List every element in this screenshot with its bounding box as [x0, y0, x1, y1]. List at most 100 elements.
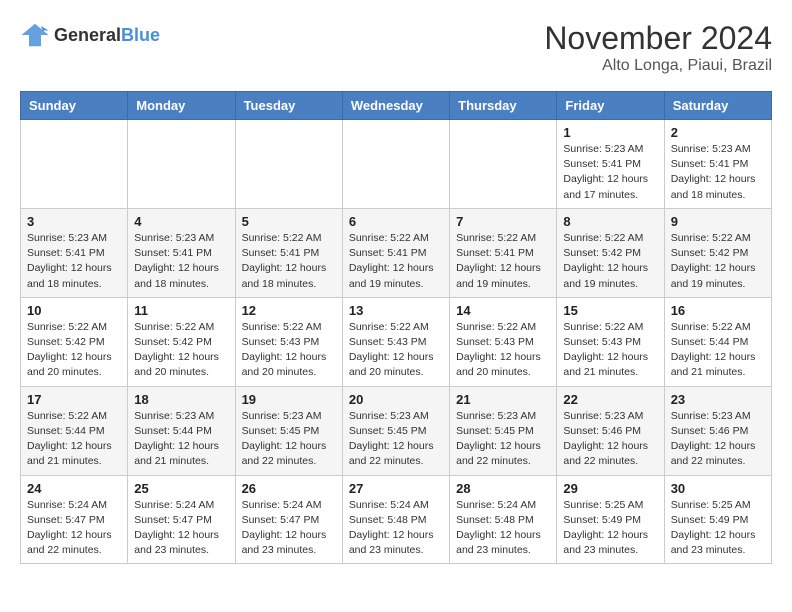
calendar-cell: 30 Sunrise: 5:25 AMSunset: 5:49 PMDayligh… [664, 475, 771, 564]
calendar-week-5: 24 Sunrise: 5:24 AMSunset: 5:47 PMDayligh… [21, 475, 772, 564]
calendar-cell: 3 Sunrise: 5:23 AMSunset: 5:41 PMDaylight… [21, 208, 128, 297]
calendar-week-1: 1 Sunrise: 5:23 AMSunset: 5:41 PMDaylight… [21, 120, 772, 209]
day-info: Sunrise: 5:23 AMSunset: 5:41 PMDaylight:… [27, 231, 121, 292]
day-number: 6 [349, 214, 443, 229]
logo-icon [20, 20, 50, 50]
calendar-cell: 18 Sunrise: 5:23 AMSunset: 5:44 PMDayligh… [128, 386, 235, 475]
calendar-cell: 22 Sunrise: 5:23 AMSunset: 5:46 PMDayligh… [557, 386, 664, 475]
day-info: Sunrise: 5:23 AMSunset: 5:45 PMDaylight:… [349, 409, 443, 470]
day-number: 19 [242, 392, 336, 407]
day-number: 28 [456, 481, 550, 496]
calendar-cell: 15 Sunrise: 5:22 AMSunset: 5:43 PMDayligh… [557, 297, 664, 386]
day-info: Sunrise: 5:22 AMSunset: 5:43 PMDaylight:… [456, 320, 550, 381]
weekday-header-friday: Friday [557, 92, 664, 120]
calendar-week-2: 3 Sunrise: 5:23 AMSunset: 5:41 PMDaylight… [21, 208, 772, 297]
day-number: 26 [242, 481, 336, 496]
day-info: Sunrise: 5:23 AMSunset: 5:45 PMDaylight:… [456, 409, 550, 470]
logo: GeneralBlue [20, 20, 160, 50]
calendar-cell: 6 Sunrise: 5:22 AMSunset: 5:41 PMDaylight… [342, 208, 449, 297]
day-number: 9 [671, 214, 765, 229]
day-number: 5 [242, 214, 336, 229]
day-info: Sunrise: 5:24 AMSunset: 5:48 PMDaylight:… [349, 498, 443, 559]
weekday-header-saturday: Saturday [664, 92, 771, 120]
calendar-cell [21, 120, 128, 209]
calendar-table: SundayMondayTuesdayWednesdayThursdayFrid… [20, 91, 772, 564]
day-info: Sunrise: 5:22 AMSunset: 5:43 PMDaylight:… [563, 320, 657, 381]
calendar-cell: 25 Sunrise: 5:24 AMSunset: 5:47 PMDayligh… [128, 475, 235, 564]
calendar-cell: 11Sunrise: 5:22 AMSunset: 5:42 PMDayligh… [128, 297, 235, 386]
calendar-cell: 13 Sunrise: 5:22 AMSunset: 5:43 PMDayligh… [342, 297, 449, 386]
day-number: 25 [134, 481, 228, 496]
calendar-cell: 19 Sunrise: 5:23 AMSunset: 5:45 PMDayligh… [235, 386, 342, 475]
day-info: Sunrise: 5:22 AMSunset: 5:44 PMDaylight:… [27, 409, 121, 470]
day-info: Sunrise: 5:23 AMSunset: 5:46 PMDaylight:… [563, 409, 657, 470]
day-number: 23 [671, 392, 765, 407]
day-info: Sunrise: 5:22 AMSunset: 5:42 PMDaylight:… [671, 231, 765, 292]
day-info: Sunrise: 5:22 AMSunset: 5:43 PMDaylight:… [349, 320, 443, 381]
calendar-cell [450, 120, 557, 209]
calendar-cell: 29Sunrise: 5:25 AMSunset: 5:49 PMDayligh… [557, 475, 664, 564]
calendar-cell: 1Sunrise: 5:23 AMSunset: 5:41 PMDaylight… [557, 120, 664, 209]
day-number: 17 [27, 392, 121, 407]
calendar-cell: 20 Sunrise: 5:23 AMSunset: 5:45 PMDayligh… [342, 386, 449, 475]
weekday-header-row: SundayMondayTuesdayWednesdayThursdayFrid… [21, 92, 772, 120]
month-title: November 2024 [544, 20, 772, 57]
calendar-cell: 12 Sunrise: 5:22 AMSunset: 5:43 PMDayligh… [235, 297, 342, 386]
calendar-cell: 26 Sunrise: 5:24 AMSunset: 5:47 PMDayligh… [235, 475, 342, 564]
day-number: 20 [349, 392, 443, 407]
weekday-header-wednesday: Wednesday [342, 92, 449, 120]
calendar-cell: 8 Sunrise: 5:22 AMSunset: 5:42 PMDaylight… [557, 208, 664, 297]
calendar-cell: 23 Sunrise: 5:23 AMSunset: 5:46 PMDayligh… [664, 386, 771, 475]
calendar-cell [342, 120, 449, 209]
day-info: Sunrise: 5:23 AMSunset: 5:41 PMDaylight:… [671, 142, 765, 203]
day-number: 30 [671, 481, 765, 496]
day-number: 13 [349, 303, 443, 318]
weekday-header-sunday: Sunday [21, 92, 128, 120]
logo-text: GeneralBlue [54, 25, 160, 46]
day-number: 29 [563, 481, 657, 496]
calendar-cell [235, 120, 342, 209]
calendar-cell: 9 Sunrise: 5:22 AMSunset: 5:42 PMDaylight… [664, 208, 771, 297]
day-info: Sunrise: 5:22 AMSunset: 5:42 PMDaylight:… [27, 320, 121, 381]
calendar-cell: 2 Sunrise: 5:23 AMSunset: 5:41 PMDaylight… [664, 120, 771, 209]
calendar-week-4: 17 Sunrise: 5:22 AMSunset: 5:44 PMDayligh… [21, 386, 772, 475]
day-info: Sunrise: 5:24 AMSunset: 5:47 PMDaylight:… [134, 498, 228, 559]
day-info: Sunrise: 5:22 AMSunset: 5:43 PMDaylight:… [242, 320, 336, 381]
day-number: 11 [134, 303, 228, 318]
weekday-header-thursday: Thursday [450, 92, 557, 120]
day-number: 15 [563, 303, 657, 318]
day-info: Sunrise: 5:23 AMSunset: 5:45 PMDaylight:… [242, 409, 336, 470]
day-number: 27 [349, 481, 443, 496]
day-number: 10 [27, 303, 121, 318]
day-number: 24 [27, 481, 121, 496]
day-info: Sunrise: 5:22 AMSunset: 5:42 PMDaylight:… [563, 231, 657, 292]
day-info: Sunrise: 5:23 AMSunset: 5:46 PMDaylight:… [671, 409, 765, 470]
calendar-week-3: 10 Sunrise: 5:22 AMSunset: 5:42 PMDayligh… [21, 297, 772, 386]
day-number: 21 [456, 392, 550, 407]
calendar-cell: 17 Sunrise: 5:22 AMSunset: 5:44 PMDayligh… [21, 386, 128, 475]
day-number: 22 [563, 392, 657, 407]
location: Alto Longa, Piaui, Brazil [544, 57, 772, 75]
day-info: Sunrise: 5:24 AMSunset: 5:47 PMDaylight:… [27, 498, 121, 559]
calendar-cell: 5Sunrise: 5:22 AMSunset: 5:41 PMDaylight… [235, 208, 342, 297]
calendar-cell: 21 Sunrise: 5:23 AMSunset: 5:45 PMDayligh… [450, 386, 557, 475]
calendar-cell: 14 Sunrise: 5:22 AMSunset: 5:43 PMDayligh… [450, 297, 557, 386]
day-number: 16 [671, 303, 765, 318]
day-number: 4 [134, 214, 228, 229]
calendar-cell: 24 Sunrise: 5:24 AMSunset: 5:47 PMDayligh… [21, 475, 128, 564]
day-number: 1 [563, 125, 657, 140]
day-number: 3 [27, 214, 121, 229]
day-number: 14 [456, 303, 550, 318]
day-number: 7 [456, 214, 550, 229]
day-info: Sunrise: 5:22 AMSunset: 5:41 PMDaylight:… [349, 231, 443, 292]
calendar-cell: 16Sunrise: 5:22 AMSunset: 5:44 PMDayligh… [664, 297, 771, 386]
day-number: 8 [563, 214, 657, 229]
day-number: 12 [242, 303, 336, 318]
weekday-header-tuesday: Tuesday [235, 92, 342, 120]
calendar-cell [128, 120, 235, 209]
day-info: Sunrise: 5:24 AMSunset: 5:47 PMDaylight:… [242, 498, 336, 559]
day-number: 2 [671, 125, 765, 140]
day-number: 18 [134, 392, 228, 407]
day-info: Sunrise: 5:23 AMSunset: 5:44 PMDaylight:… [134, 409, 228, 470]
day-info: Sunrise: 5:25 AMSunset: 5:49 PMDaylight:… [671, 498, 765, 559]
